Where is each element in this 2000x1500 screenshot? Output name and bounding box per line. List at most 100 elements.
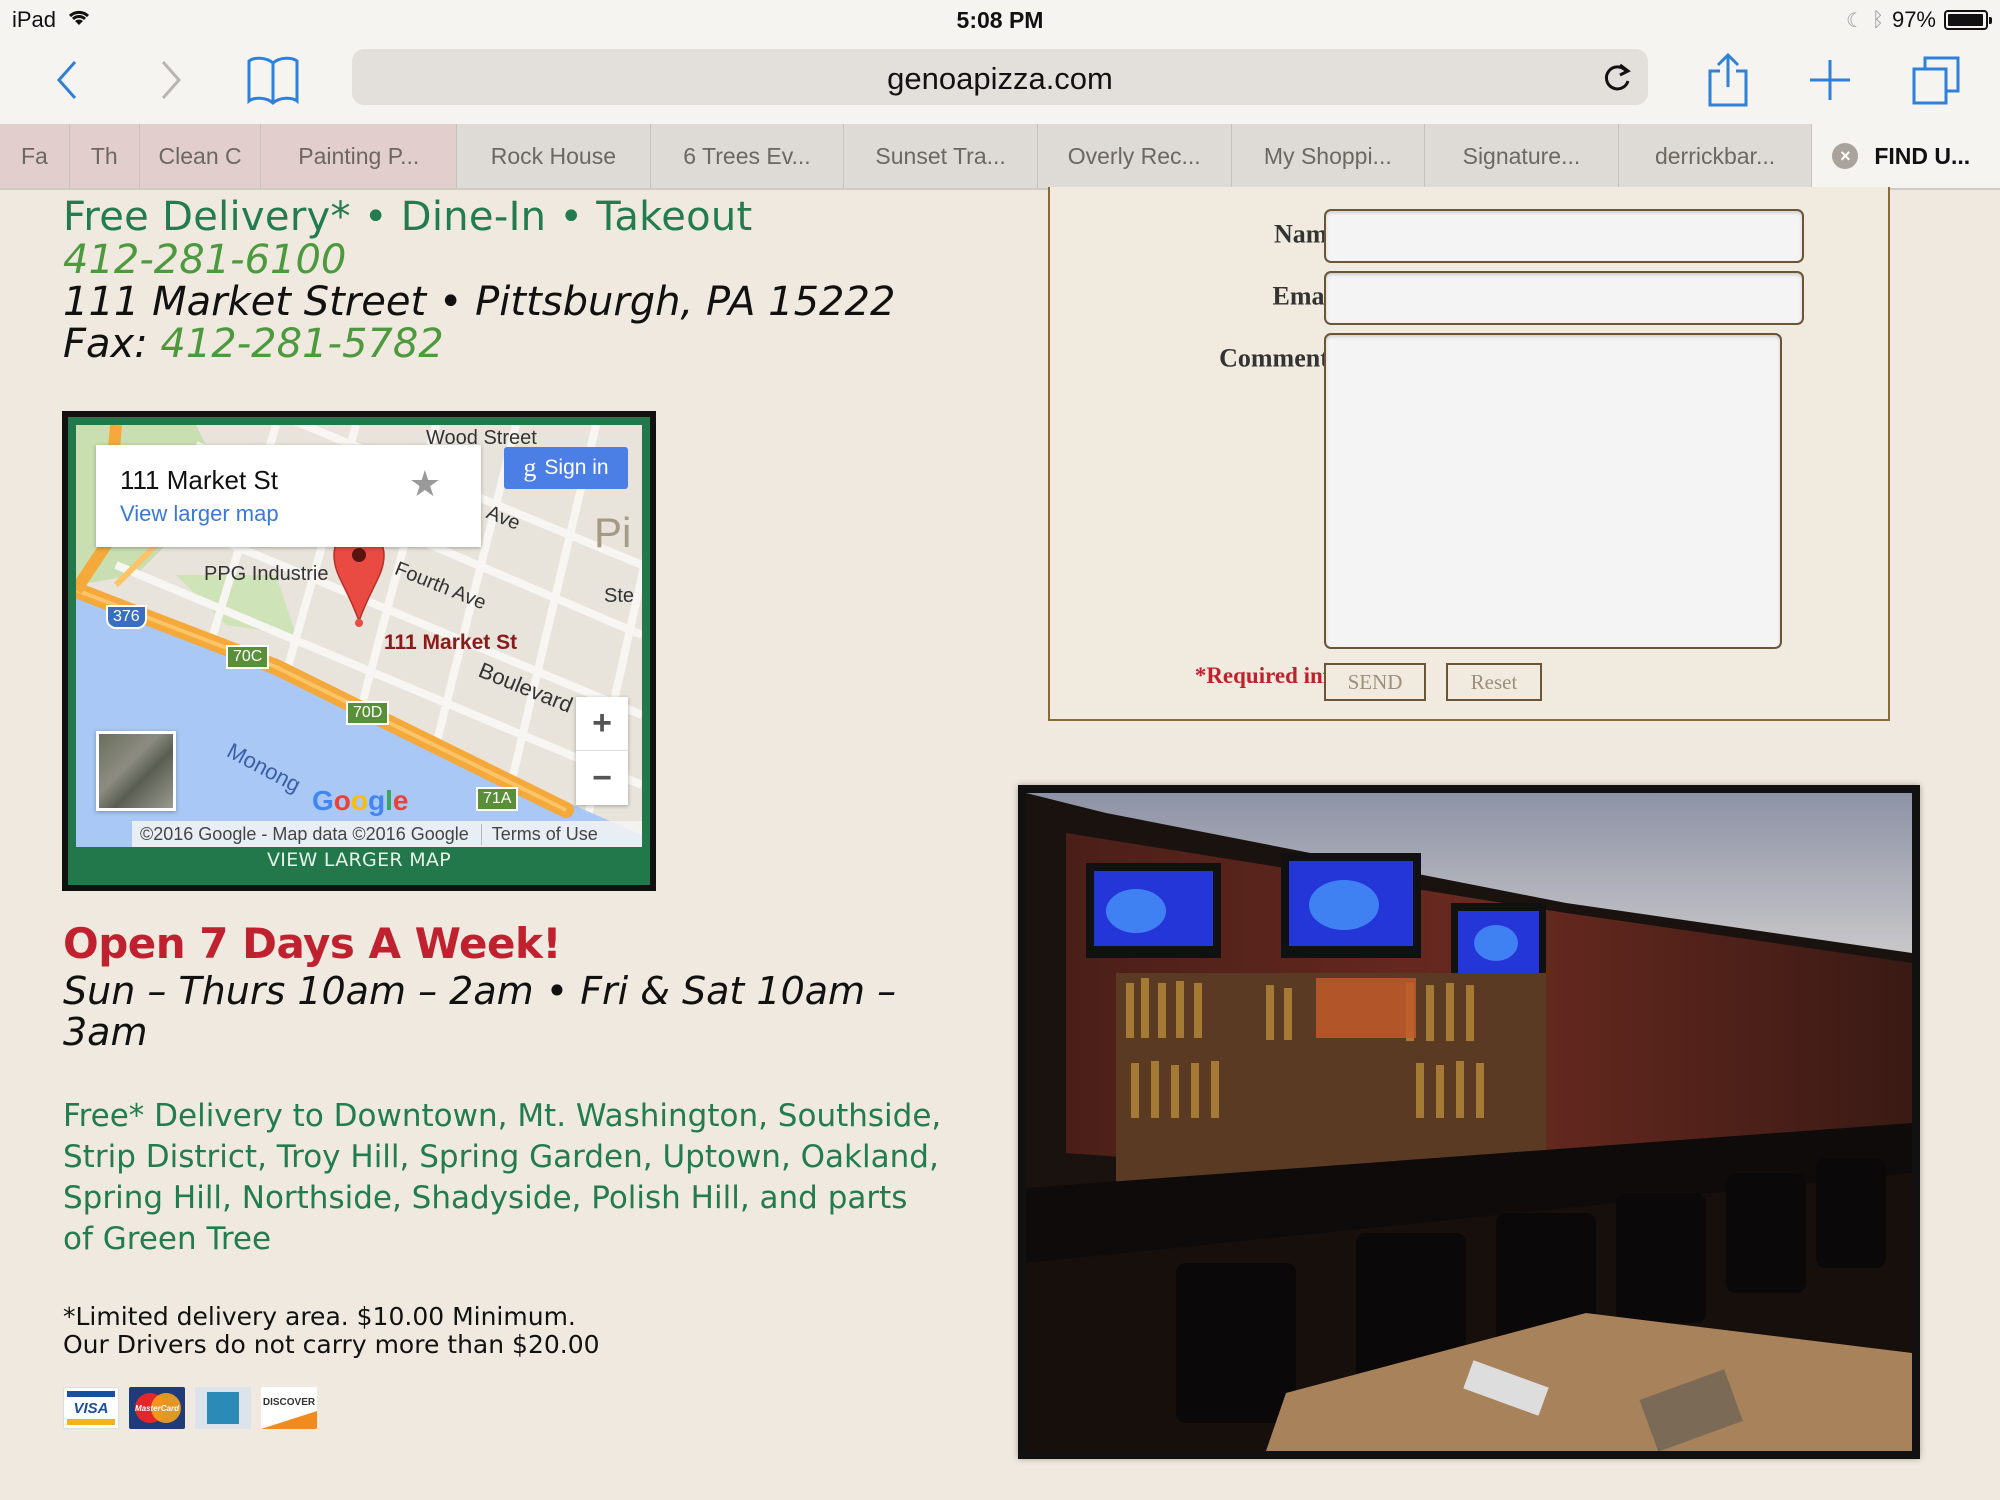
plus-icon: [1810, 60, 1850, 100]
discover-card-icon: DISCOVER: [261, 1387, 317, 1429]
google-map[interactable]: Wood Street PPG Industrie Fourth Ave Ave…: [76, 425, 642, 847]
reload-icon[interactable]: [1600, 61, 1634, 95]
phone-link[interactable]: 412-281-6100: [63, 237, 346, 283]
tab-label: Sunset Tra...: [875, 142, 1006, 169]
map-label-pi: Pi: [594, 509, 632, 556]
battery-icon: [1944, 10, 1992, 30]
delivery-note-line-1: *Limited delivery area. $10.00 Minimum.: [63, 1302, 576, 1331]
name-label: Name*: [1274, 217, 1348, 249]
browser-toolbar: genoapizza.com: [0, 40, 2000, 124]
tab-label: Fa: [21, 142, 48, 169]
tab[interactable]: Overly Rec...: [1038, 124, 1232, 188]
fax-number[interactable]: 412-281-5782: [160, 321, 443, 367]
tab[interactable]: Fa: [0, 124, 70, 188]
interstate-376-shield: 376: [106, 605, 147, 629]
fax: Fax: 412-281-5782: [63, 321, 444, 367]
tab-label: Painting P...: [298, 142, 420, 169]
tab-label: Overly Rec...: [1067, 142, 1201, 169]
reset-button[interactable]: Reset: [1446, 663, 1542, 701]
visa-card-icon: VISA: [63, 1387, 119, 1429]
map-place-title: 111 Market St: [120, 465, 278, 495]
close-tab-icon[interactable]: ×: [1832, 143, 1859, 169]
back-button[interactable]: [38, 50, 98, 110]
map-copyright: ©2016 Google - Map data ©2016 Google: [132, 823, 482, 845]
amex-card-icon: [195, 1387, 251, 1429]
google-logo-letter: e: [392, 785, 409, 816]
tab-label: 6 Trees Ev...: [683, 142, 811, 169]
delivery-areas: Free* Delivery to Downtown, Mt. Washingt…: [63, 1098, 942, 1257]
name-field[interactable]: [1324, 209, 1804, 263]
tab[interactable]: Th: [69, 124, 140, 188]
tab-label: derrickbar...: [1654, 142, 1776, 169]
map-info-card: 111 Market St View larger map ★: [96, 445, 481, 547]
delivery-note: *Limited delivery area. $10.00 Minimum. …: [63, 1303, 600, 1359]
hours-heading: Open 7 Days A Week!: [63, 919, 562, 968]
comments-label: Comments*: [1219, 341, 1348, 373]
tab-label: Clean C: [158, 142, 242, 169]
chevron-left-icon: [56, 61, 77, 99]
tab[interactable]: Clean C: [139, 124, 262, 188]
tab[interactable]: Rock House: [457, 124, 651, 188]
google-g-icon: g: [523, 453, 537, 482]
zoom-out-button[interactable]: −: [576, 751, 628, 805]
sign-in-label: Sign in: [544, 456, 609, 479]
tab-label: My Shoppi...: [1263, 142, 1392, 169]
bluetooth-icon: ᛒ: [1871, 8, 1884, 31]
tagline: Free Delivery* • Dine-In • Takeout: [63, 194, 753, 240]
tab[interactable]: Sunset Tra...: [844, 124, 1038, 188]
bookmarks-button[interactable]: [243, 50, 303, 110]
view-larger-map-bar[interactable]: VIEW LARGER MAP: [68, 849, 650, 871]
email-field[interactable]: [1324, 271, 1804, 325]
map-pin-label: 111 Market St: [384, 631, 518, 654]
view-larger-map-link[interactable]: View larger map: [120, 501, 279, 527]
google-logo-letter: o: [333, 785, 351, 816]
tabs-overview-button[interactable]: [1906, 50, 1966, 110]
satellite-toggle[interactable]: [96, 731, 176, 811]
tab-label: Rock House: [490, 142, 617, 169]
tab[interactable]: derrickbar...: [1619, 124, 1813, 188]
google-logo-letter: g: [368, 785, 386, 816]
address-bar[interactable]: genoapizza.com: [352, 49, 1648, 105]
map-zoom-control: + −: [576, 697, 628, 805]
tab[interactable]: Painting P...: [261, 124, 458, 188]
email-label: Email*: [1272, 279, 1348, 311]
comments-field[interactable]: [1324, 333, 1782, 649]
google-logo-letter: G: [312, 785, 334, 816]
exit-70c-sign: 70C: [226, 645, 270, 669]
payment-cards: VISA MasterCard DISCOVER: [63, 1387, 317, 1429]
fax-label: Fax:: [63, 321, 161, 367]
mastercard-icon: MasterCard: [129, 1387, 185, 1429]
clock: 5:08 PM: [956, 7, 1044, 33]
share-button[interactable]: [1698, 50, 1758, 110]
forward-button[interactable]: [140, 50, 200, 110]
page-content: Free Delivery* • Dine-In • Takeout 412-2…: [0, 187, 2000, 1500]
share-icon: [1708, 53, 1748, 107]
map-terms-link[interactable]: Terms of Use: [482, 824, 598, 845]
bar-photo: [1018, 785, 1920, 1459]
map-sign-in-button[interactable]: g Sign in: [504, 447, 628, 489]
tab-label: Signature...: [1462, 142, 1581, 169]
required-info: *Required info: [1194, 663, 1342, 688]
moon-icon: ☾: [1846, 9, 1864, 32]
google-logo-letter: o: [350, 785, 368, 816]
delivery-note-line-2: Our Drivers do not carry more than $20.0…: [63, 1330, 600, 1359]
tab[interactable]: My Shoppi...: [1232, 124, 1426, 188]
google-logo-letter: l: [385, 785, 393, 816]
chevron-right-icon: [161, 61, 182, 99]
tab-label: Th: [90, 142, 118, 169]
address: 111 Market Street • Pittsburgh, PA 15222: [63, 279, 896, 325]
tab[interactable]: 6 Trees Ev...: [651, 124, 845, 188]
status-bar: iPad 5:08 PM ☾ ᛒ 97%: [0, 0, 2000, 40]
new-tab-button[interactable]: [1800, 50, 1860, 110]
contact-form: Name* Email* Comments* *Required info SE…: [1048, 187, 1890, 721]
tab[interactable]: Signature...: [1425, 124, 1619, 188]
url-text: genoapizza.com: [887, 61, 1113, 96]
star-icon[interactable]: ★: [409, 463, 441, 505]
hours-schedule: Sun – Thurs 10am – 2am • Fri & Sat 10am …: [63, 969, 897, 1054]
tab-bar: Fa Th Clean C Painting P... Rock House 6 Tree…: [0, 124, 2000, 190]
tab[interactable]: × FIND U...: [1812, 124, 2000, 188]
exit-71a-sign: 71A: [476, 787, 519, 811]
zoom-in-button[interactable]: +: [576, 697, 628, 751]
send-button[interactable]: SEND: [1324, 663, 1426, 701]
map-footer: ©2016 Google - Map data ©2016 Google Ter…: [132, 821, 642, 847]
